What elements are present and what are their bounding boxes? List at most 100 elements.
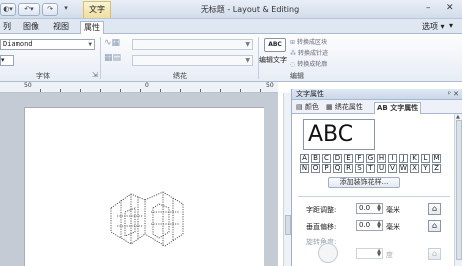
embroidery-group-label: 绣花: [173, 72, 187, 80]
panel-title: 文字属性: [296, 90, 324, 98]
tab-text-properties[interactable]: AB 文字属性: [374, 102, 422, 114]
letter-cell[interactable]: T: [366, 164, 375, 173]
canvas-vertical-scrollbar[interactable]: [283, 93, 291, 266]
fill-pattern-combo[interactable]: ▼: [132, 55, 253, 66]
tab-properties[interactable]: 属性: [80, 21, 104, 34]
stitch-type-combo[interactable]: ▼: [132, 39, 253, 50]
letter-cell[interactable]: W: [399, 164, 408, 173]
tab-embroidery-properties[interactable]: ▦ 绣花属性: [324, 102, 365, 114]
letter-cell[interactable]: M: [432, 154, 441, 163]
edit-group-label: 编辑: [290, 72, 304, 80]
close-button[interactable]: ✕: [446, 3, 454, 13]
letter-cell[interactable]: G: [366, 154, 375, 163]
letter-cell[interactable]: X: [410, 164, 419, 173]
options-menu[interactable]: 选项 ▾: [422, 21, 445, 32]
letter-cell[interactable]: Z: [432, 164, 441, 173]
title-bar: ◐▾ ↶▾ ↷ ▾ 文字 无标题 - Layout & Editing – ✕: [0, 0, 462, 19]
ruler-label: 50: [266, 82, 274, 89]
panel-title-bar: 文字属性 ᵖ ✕: [292, 89, 462, 100]
rotation-input[interactable]: ▲ ▼: [356, 248, 383, 259]
letter-cell[interactable]: N: [300, 164, 309, 173]
help-icon[interactable]: ▾: [449, 21, 453, 30]
edit-text-button[interactable]: ABC: [264, 38, 286, 52]
ruler-label: 50: [24, 82, 32, 89]
letter-cell[interactable]: P: [322, 164, 331, 173]
letter-cell[interactable]: C: [322, 154, 331, 163]
design-canvas[interactable]: [0, 93, 278, 266]
letter-cell[interactable]: E: [344, 154, 353, 163]
font-name-value: Diamond: [3, 40, 33, 48]
tab-columns[interactable]: 列: [0, 21, 14, 34]
tab-image[interactable]: 图像: [20, 21, 42, 34]
font-name-combo[interactable]: Diamond ▼: [0, 39, 95, 50]
context-tab-text[interactable]: 文字: [83, 1, 111, 18]
redo-button[interactable]: ↷: [42, 3, 58, 16]
char-spacing-input[interactable]: 0.0 ▲ ▼: [356, 203, 383, 214]
char-spacing-unit: 毫米: [386, 206, 400, 214]
letter-cell[interactable]: D: [333, 154, 342, 163]
divider: [298, 196, 450, 197]
letter-cell[interactable]: Y: [421, 164, 430, 173]
group-divider: [100, 37, 101, 79]
letter-cell[interactable]: I: [388, 154, 397, 163]
vertical-offset-unit: 毫米: [386, 223, 400, 231]
char-spacing-apply-button[interactable]: ⌂: [428, 203, 441, 215]
undo-button[interactable]: ↶▾: [18, 3, 40, 16]
letter-cell[interactable]: Q: [333, 164, 342, 173]
horizontal-ruler: 50 0 50: [0, 82, 278, 93]
rotation-unit: 度: [386, 251, 393, 259]
convert-to-block-button[interactable]: ⊞ 转换成区块: [290, 37, 327, 46]
tab-color[interactable]: ▤ 颜色: [294, 102, 321, 114]
ab-icon: AB: [377, 104, 391, 112]
spinner-icon[interactable]: ▲ ▼: [377, 221, 381, 230]
letter-cell[interactable]: S: [355, 164, 364, 173]
letter-cell[interactable]: V: [388, 164, 397, 173]
window-title: 无标题 - Layout & Editing: [200, 5, 300, 14]
scrollbar-thumb[interactable]: [456, 120, 462, 260]
edit-text-label[interactable]: 编辑文字: [259, 55, 287, 65]
ribbon: Diamond ▼ ▾ 字体 ⇲ ∿▦ ▼ ▦▤ ▼ 绣花 ABC 编辑文字 ⊞…: [0, 34, 462, 82]
pin-icon[interactable]: ᵖ: [448, 90, 451, 98]
minimize-button[interactable]: –: [426, 3, 431, 13]
letter-cell[interactable]: R: [344, 164, 353, 173]
spinner-icon[interactable]: ▲ ▼: [377, 204, 381, 213]
block-icon: ⊞: [290, 39, 296, 46]
customize-qat-icon[interactable]: ▾: [61, 3, 71, 16]
convert-to-outline-button[interactable]: ◌ 转换成轮廓: [290, 59, 327, 68]
tab-view[interactable]: 视图: [50, 21, 72, 34]
hoop-page[interactable]: [24, 107, 264, 266]
vertical-offset-label: 垂直偏移:: [306, 223, 337, 231]
font-group-label: 字体: [36, 72, 50, 80]
letter-cell[interactable]: A: [300, 154, 309, 163]
letter-cell[interactable]: B: [311, 154, 320, 163]
letter-cell[interactable]: L: [421, 154, 430, 163]
font-preview-box: ABC: [303, 119, 375, 150]
palette-icon: ▤: [296, 103, 305, 111]
embroidery-design[interactable]: [25, 108, 265, 266]
letter-cell[interactable]: J: [399, 154, 408, 163]
ribbon-tab-bar: 列 图像 视图 属性 选项 ▾ ▾: [0, 19, 462, 34]
text-properties-panel: 文字属性 ᵖ ✕ ▤ 颜色 ▦ 绣花属性 AB 文字属性 ABC ABCDEFG…: [291, 89, 462, 266]
panel-tabs: ▤ 颜色 ▦ 绣花属性 AB 文字属性: [292, 101, 462, 114]
panel-scrollbar[interactable]: ▲: [454, 114, 462, 266]
convert-to-stitch-button[interactable]: ⁂ 转换成针迹: [290, 48, 328, 57]
letter-cell[interactable]: U: [377, 164, 386, 173]
rotation-apply-button[interactable]: ⌂: [428, 248, 441, 260]
stitch-type-icon: ∿▦: [104, 38, 121, 48]
panel-close-icon[interactable]: ✕: [453, 90, 459, 98]
font-size-combo[interactable]: ▾: [0, 55, 14, 66]
fill-pattern-icon: ▦▤: [104, 53, 122, 63]
chevron-down-icon: ▼: [88, 41, 92, 48]
quick-access-toolbar: ◐▾ ↶▾ ↷ ▾: [0, 3, 74, 16]
letter-cell[interactable]: K: [410, 154, 419, 163]
font-dialog-launcher-icon[interactable]: ⇲: [92, 71, 98, 79]
vertical-offset-input[interactable]: 0.0 ▲ ▼: [356, 220, 383, 231]
vertical-offset-apply-button[interactable]: ⌂: [428, 220, 441, 232]
letter-cell[interactable]: O: [311, 164, 320, 173]
rotation-dial[interactable]: [318, 243, 338, 263]
letter-cell[interactable]: F: [355, 154, 364, 163]
add-decoration-button[interactable]: 添加装饰花样...: [328, 177, 400, 188]
ruler-label: 0: [145, 82, 149, 89]
letter-cell[interactable]: H: [377, 154, 386, 163]
app-menu-button[interactable]: ◐▾: [0, 3, 16, 16]
